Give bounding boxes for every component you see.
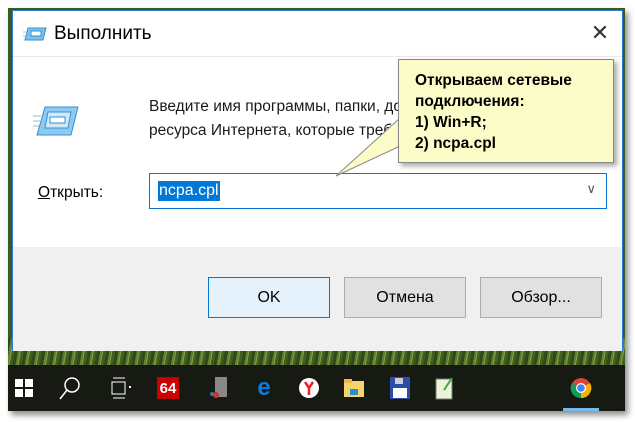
callout-line-1: Открываем сетевые (415, 72, 572, 89)
search-icon[interactable] (54, 373, 86, 403)
aida64-icon[interactable]: 64 (152, 373, 184, 403)
close-icon: ✕ (590, 20, 610, 45)
file-explorer-icon[interactable] (338, 373, 370, 403)
open-label: Открыть: (38, 184, 103, 202)
edge-icon[interactable]: e (248, 373, 280, 403)
title-bar[interactable]: Выполнить ✕ (13, 11, 622, 57)
yandex-browser-icon[interactable] (293, 373, 325, 403)
chrome-active-indicator (563, 408, 599, 411)
windows-start-icon[interactable] (8, 373, 40, 403)
open-label-accel: О (38, 184, 51, 201)
server-app-icon[interactable] (204, 373, 236, 403)
close-button[interactable]: ✕ (588, 21, 612, 45)
chevron-down-icon[interactable]: ∨ (586, 181, 596, 197)
cancel-button[interactable]: Отмена (344, 277, 466, 318)
callout-line-3: 1) Win+R; (415, 114, 487, 131)
button-bar: OK Отмена Обзор... (13, 247, 622, 351)
ok-button[interactable]: OK (208, 277, 330, 318)
edge-glyph: e (257, 374, 271, 401)
callout-line-4: 2) ncpa.cpl (415, 135, 496, 152)
run-icon (23, 27, 47, 46)
taskbar: 64 e (8, 365, 625, 411)
annotation-callout: Открываем сетевые подключения: 1) Win+R;… (398, 59, 614, 163)
open-label-text: ткрыть: (50, 184, 104, 201)
chrome-icon[interactable] (565, 373, 597, 403)
notepad-app-icon[interactable] (429, 373, 461, 403)
floppy-disk-app-icon[interactable] (384, 373, 416, 403)
dialog-title: Выполнить (54, 23, 152, 44)
task-view-icon[interactable] (106, 373, 138, 403)
browse-button[interactable]: Обзор... (480, 277, 602, 318)
open-input-value[interactable]: ncpa.cpl (158, 181, 220, 201)
run-large-icon (33, 106, 79, 141)
aida64-label: 64 (157, 377, 179, 399)
callout-line-2: подключения: (415, 93, 525, 110)
